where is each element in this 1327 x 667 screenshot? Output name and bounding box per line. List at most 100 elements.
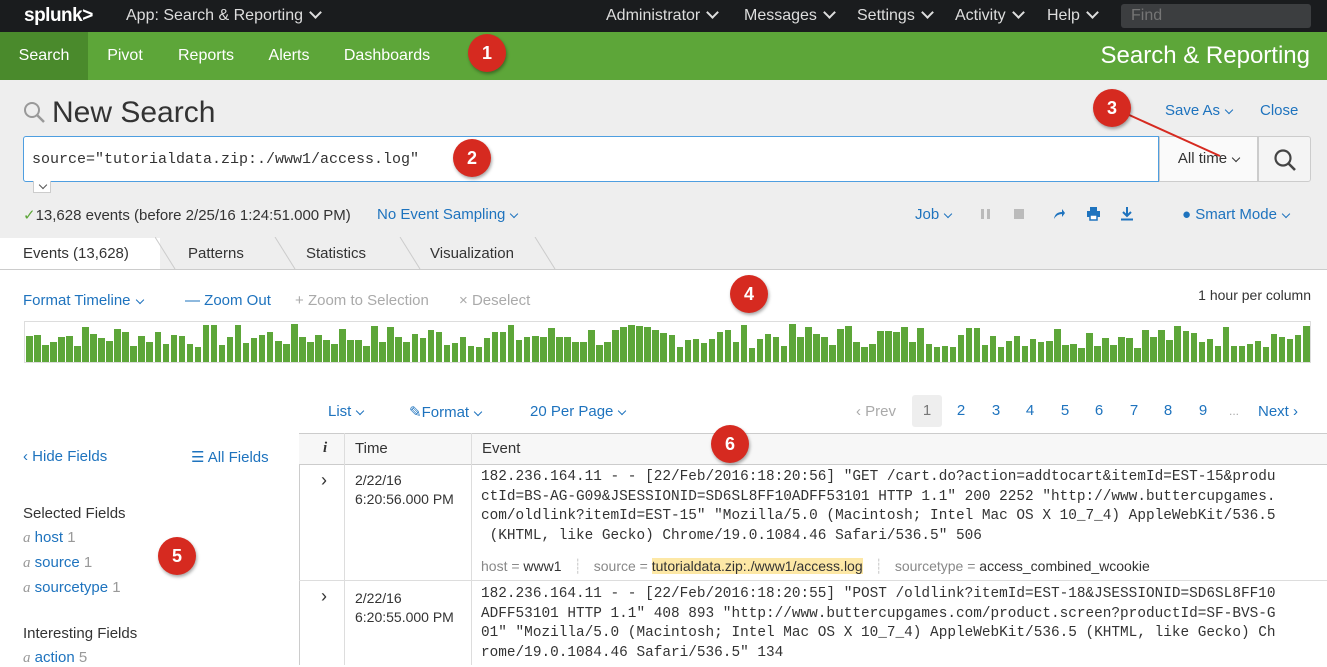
timeline-bar[interactable] [1158,330,1165,362]
timeline-bar[interactable] [628,325,635,362]
timeline-bar[interactable] [548,328,555,362]
timeline-bar[interactable] [692,339,700,362]
timeline-bar[interactable] [756,339,764,362]
menu-administrator[interactable]: Administrator [606,6,720,25]
find-input[interactable] [1121,4,1311,28]
page-8[interactable]: 8 [1153,395,1183,427]
column-time[interactable]: Time [355,440,388,457]
timeline-bar[interactable] [451,343,459,362]
close-link[interactable]: Close [1260,102,1298,119]
timeline-bar[interactable] [507,325,515,362]
field-source[interactable]: a source 1 [23,554,92,572]
timeline-bar[interactable] [668,335,676,362]
timeline-bar[interactable] [989,336,997,362]
format-menu[interactable]: ✎Format [409,403,483,421]
timeline-bar[interactable] [58,337,65,362]
timeline-bar[interactable] [106,341,113,362]
search-button[interactable] [1258,136,1311,182]
timeline-bar[interactable] [467,346,475,362]
timeline-bar[interactable] [997,347,1005,362]
expand-search-button[interactable] [33,180,51,193]
timeline-bar[interactable] [66,336,73,362]
share-icon[interactable] [1052,207,1066,221]
tab-search[interactable]: Search [0,32,88,80]
timeline-bar[interactable] [531,336,539,362]
timeline-bar[interactable] [1078,348,1085,362]
timeline-bar[interactable] [395,337,402,362]
timeline-bar[interactable] [82,327,89,362]
timeline-bar[interactable] [893,332,900,362]
menu-activity[interactable]: Activity [955,6,1025,25]
timeline-bar[interactable] [194,347,202,362]
timeline-bar[interactable] [965,328,973,362]
timeline-bar[interactable] [170,335,178,362]
timeline-bar[interactable] [379,342,386,362]
page-9[interactable]: 9 [1188,395,1218,427]
timeline-bar[interactable] [1126,338,1133,362]
timeline-bar[interactable] [1013,336,1021,362]
sourcetype-value[interactable]: access_combined_wcookie [979,558,1149,574]
timeline-bar[interactable] [1214,346,1222,362]
page-4[interactable]: 4 [1015,395,1045,427]
timeline-bar[interactable] [652,330,659,362]
timeline-bar[interactable] [805,327,812,362]
timeline-bar[interactable] [837,329,844,362]
zoom-out-button[interactable]: — Zoom Out [185,292,271,309]
timeline-bar[interactable] [821,337,828,362]
timeline-bar[interactable] [419,338,427,362]
timeline-bar[interactable] [853,342,860,362]
search-mode-menu[interactable]: ● Smart Mode [1182,206,1291,223]
expand-row-icon[interactable]: › [321,470,327,491]
timeline-bar[interactable] [981,345,989,362]
timeline-bar[interactable] [331,344,338,362]
timeline-bar[interactable] [186,344,194,362]
timeline-bar[interactable] [50,342,57,362]
field-action[interactable]: a action 5 [23,649,87,667]
timeline-bar[interactable] [355,340,362,362]
timeline-bar[interactable] [788,324,796,362]
timeline-bar[interactable] [1262,347,1270,362]
timeline-bar[interactable] [596,345,603,362]
timeline-bar[interactable] [772,337,780,362]
timeline-bar[interactable] [1190,333,1198,362]
tab-events[interactable]: Events (13,628) [0,238,160,269]
timeline-bar[interactable] [266,332,274,362]
timeline-bar[interactable] [877,331,884,362]
timeline-bar[interactable] [403,342,410,362]
field-host[interactable]: a host 1 [23,529,76,547]
timeline-bar[interactable] [588,330,595,362]
timeline-bar[interactable] [1054,329,1061,362]
zoom-selection-button[interactable]: + Zoom to Selection [295,292,429,309]
timeline-bar[interactable] [1166,340,1173,362]
timeline-bar[interactable] [1134,348,1141,362]
timeline-bar[interactable] [917,328,924,362]
timeline-bar[interactable] [724,330,732,362]
timeline-bar[interactable] [299,337,306,362]
timeline-chart[interactable] [24,321,1311,363]
timeline-bar[interactable] [797,337,804,362]
host-value[interactable]: www1 [523,558,561,574]
tab-dashboards[interactable]: Dashboards [336,32,438,80]
timeline-bar[interactable] [1070,344,1077,362]
timeline-bar[interactable] [644,327,651,362]
menu-settings[interactable]: Settings [857,6,934,25]
timeline-bar[interactable] [459,337,467,362]
timeline-bar[interactable] [1029,339,1037,362]
timeline-bar[interactable] [371,326,378,362]
field-sourcetype[interactable]: a sourcetype 1 [23,579,121,597]
timeline-bar[interactable] [307,342,314,362]
timeline-bar[interactable] [138,336,145,362]
timeline-bar[interactable] [34,335,41,362]
timeline-bar[interactable] [339,329,346,362]
timeline-bar[interactable] [435,332,443,362]
deselect-button[interactable]: × Deselect [459,292,530,309]
timeline-bar[interactable] [1150,337,1157,362]
timeline-bar[interactable] [323,340,330,362]
timeline-bar[interactable] [499,332,507,362]
timeline-bar[interactable] [90,334,97,362]
page-3[interactable]: 3 [981,395,1011,427]
hide-fields-button[interactable]: ‹ Hide Fields [23,448,107,465]
timeline-bar[interactable] [740,325,748,362]
timeline-bar[interactable] [829,345,836,362]
list-menu[interactable]: List [328,403,365,420]
